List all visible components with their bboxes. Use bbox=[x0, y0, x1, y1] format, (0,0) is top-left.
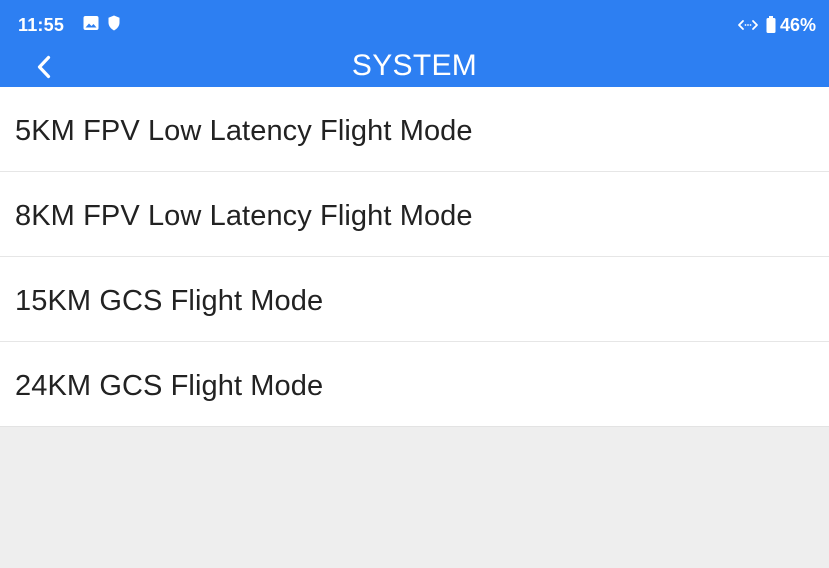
mode-label: 5KM FPV Low Latency Flight Mode bbox=[15, 115, 473, 147]
network-icon bbox=[738, 20, 758, 30]
mode-label: 8KM FPV Low Latency Flight Mode bbox=[15, 200, 473, 232]
top-bar: 11:55 46% SYSTEM bbox=[0, 0, 829, 87]
mode-item-15km-gcs[interactable]: 15KM GCS Flight Mode bbox=[0, 257, 829, 342]
back-button[interactable] bbox=[30, 52, 60, 82]
mode-item-24km-gcs[interactable]: 24KM GCS Flight Mode bbox=[0, 342, 829, 427]
battery-icon bbox=[766, 16, 776, 33]
status-time: 11:55 bbox=[18, 15, 65, 35]
shield-icon bbox=[108, 15, 120, 31]
mode-item-8km-fpv[interactable]: 8KM FPV Low Latency Flight Mode bbox=[0, 172, 829, 257]
page-title: SYSTEM bbox=[351, 49, 478, 82]
mode-label: 24KM GCS Flight Mode bbox=[15, 370, 324, 402]
image-icon bbox=[83, 16, 99, 30]
system-screen: 11:55 46% SYSTEM 5KM FPV Low Latency Fli… bbox=[0, 0, 829, 568]
status-notification-icons bbox=[82, 14, 142, 36]
flight-mode-list: 5KM FPV Low Latency Flight Mode 8KM FPV … bbox=[0, 87, 829, 427]
mode-item-5km-fpv[interactable]: 5KM FPV Low Latency Flight Mode bbox=[0, 87, 829, 172]
status-right: 46% bbox=[737, 15, 829, 35]
empty-area bbox=[0, 427, 829, 568]
mode-label: 15KM GCS Flight Mode bbox=[15, 285, 324, 317]
battery-percentage: 46% bbox=[780, 15, 817, 35]
chevron-left-icon bbox=[37, 55, 51, 79]
